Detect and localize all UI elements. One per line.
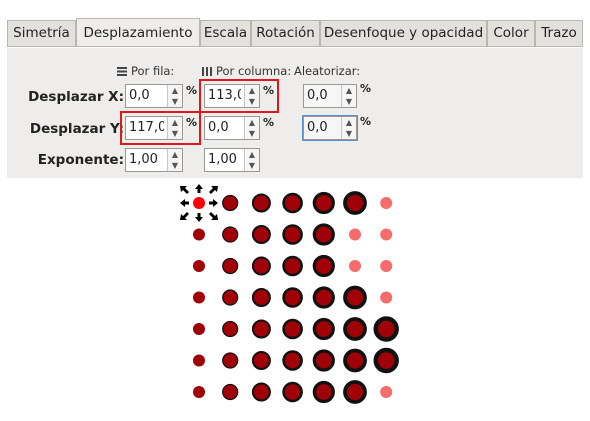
dark-clone-dot[interactable] [251,382,271,402]
dark-clone-dot[interactable] [312,286,335,309]
dark-clone-dot[interactable] [373,316,399,342]
dark-clone-dot[interactable] [343,191,367,215]
dark-clone-dot[interactable] [222,352,239,369]
dark-clone-dot[interactable] [312,317,335,341]
dark-clone-dot[interactable] [193,386,205,398]
dark-clone-dot[interactable] [312,380,335,404]
dark-clone-dot[interactable] [193,323,205,335]
dark-clone-dot[interactable] [193,291,205,304]
dark-clone-dot[interactable] [222,194,239,212]
tab-label: Desplazamiento [83,25,193,41]
light-clone-dot[interactable] [380,386,393,398]
dark-clone-dot[interactable] [312,191,335,215]
dark-clone-dot[interactable] [222,383,239,401]
dark-clone-dot[interactable] [251,351,271,370]
dark-clone-dot[interactable] [343,380,367,404]
dark-clone-dot[interactable] [343,317,367,341]
dark-clone-dot[interactable] [282,287,303,308]
dark-clone-dot[interactable] [312,223,335,246]
dark-clone-dot[interactable] [282,192,303,214]
dark-clone-dot[interactable] [251,256,271,276]
dark-clone-dot[interactable] [222,289,239,306]
dark-clone-dot[interactable] [282,381,303,403]
light-clone-dot[interactable] [380,291,393,304]
dark-clone-dot[interactable] [193,260,205,272]
light-clone-dot[interactable] [349,260,361,272]
dark-clone-dot[interactable] [251,225,271,244]
dark-clone-dot[interactable] [282,350,303,371]
selected-original-dot[interactable] [193,197,205,209]
tab-desplazamiento[interactable]: Desplazamiento [76,18,200,46]
dark-clone-dot[interactable] [282,224,303,245]
dark-clone-dot[interactable] [373,347,399,374]
dark-clone-dot[interactable] [312,349,335,372]
dark-clone-dot[interactable] [222,257,239,275]
dark-clone-dot[interactable] [222,226,239,243]
light-clone-dot[interactable] [380,260,393,272]
dark-clone-dot[interactable] [343,285,367,310]
dark-clone-dot[interactable] [343,348,367,373]
dark-clone-dot[interactable] [312,254,335,278]
light-clone-dot[interactable] [380,197,393,209]
dark-clone-dot[interactable] [251,288,271,307]
dark-clone-dot[interactable] [282,318,303,340]
light-clone-dot[interactable] [349,228,361,241]
dark-clone-dot[interactable] [193,228,205,241]
dark-clone-dot[interactable] [193,354,205,367]
dark-clone-dot[interactable] [282,255,303,277]
light-clone-dot[interactable] [380,228,393,241]
dark-clone-dot[interactable] [251,193,271,213]
dark-clone-dot[interactable] [251,319,271,339]
canvas-tiled-clones[interactable] [0,0,590,421]
dark-clone-dot[interactable] [222,320,239,338]
